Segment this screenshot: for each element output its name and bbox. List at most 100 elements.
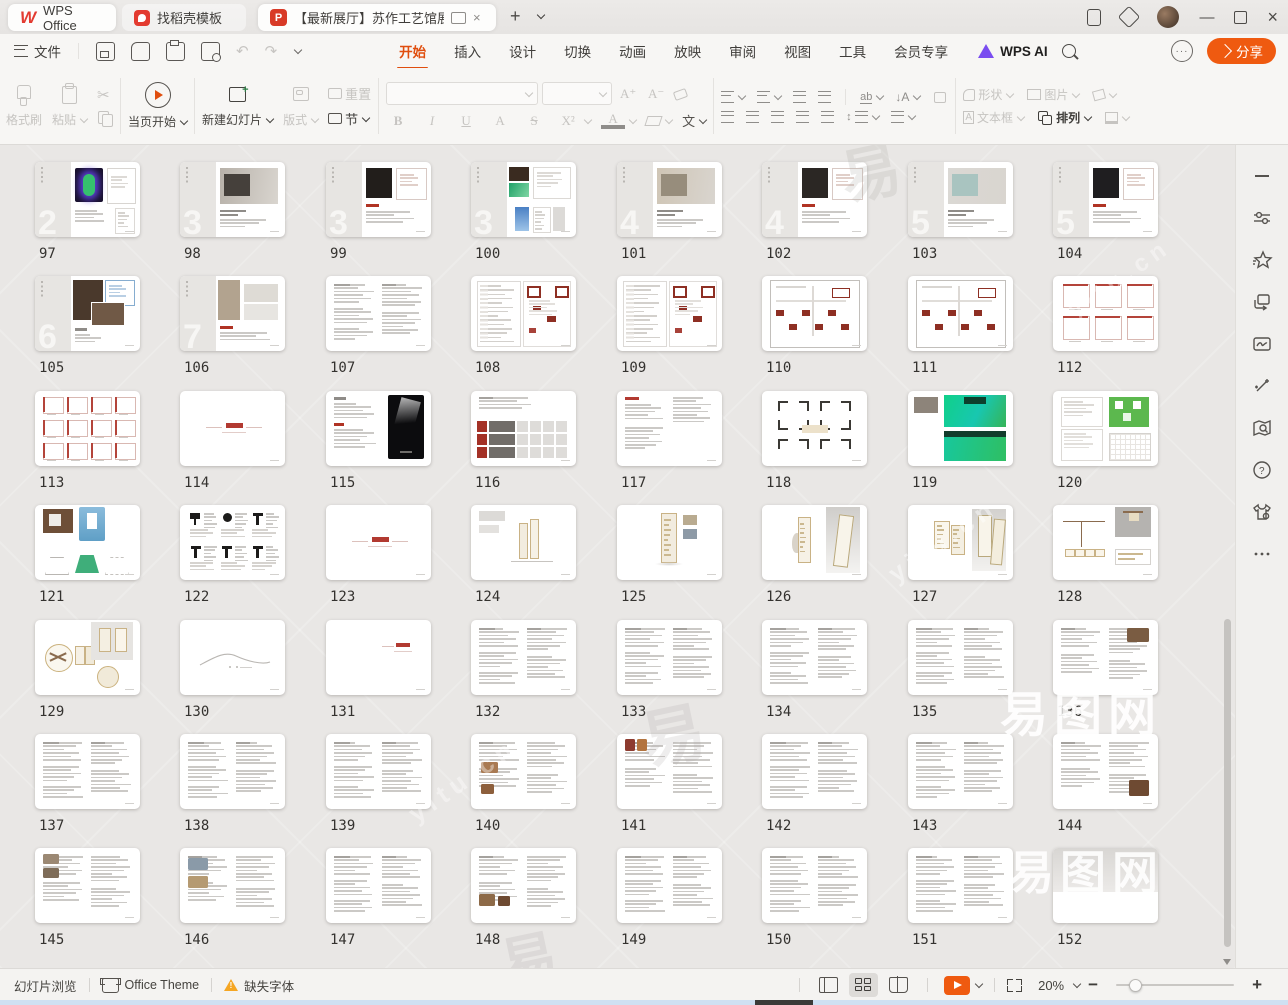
slide-thumbnail[interactable] <box>617 505 722 580</box>
play-options-chevron-icon[interactable] <box>975 980 983 988</box>
slide-thumbnail[interactable] <box>908 276 1013 351</box>
slide-thumbnail[interactable]: 2 <box>35 162 140 237</box>
slide-thumbnail[interactable] <box>908 391 1013 466</box>
slide-thumbnail[interactable] <box>180 734 285 809</box>
slide-thumbnail[interactable] <box>471 620 576 695</box>
reset-slide-button[interactable]: 重置 <box>328 84 371 103</box>
slide-thumbnail[interactable] <box>908 620 1013 695</box>
print-icon[interactable] <box>166 42 185 61</box>
slide-thumbnail[interactable] <box>180 620 285 695</box>
slide-thumbnail[interactable] <box>35 391 140 466</box>
tab-tools[interactable]: 工具 <box>825 34 880 68</box>
window-split-icon[interactable] <box>451 12 466 24</box>
slide-thumbnail[interactable] <box>471 391 576 466</box>
signature-icon[interactable] <box>1251 333 1273 355</box>
help-icon[interactable]: ? <box>1251 459 1273 481</box>
italic-button[interactable]: I <box>420 113 444 129</box>
slide-thumbnail[interactable]: 7 <box>180 276 285 351</box>
toolbar-more-chevron-icon[interactable] <box>294 46 302 54</box>
section-button[interactable]: 节 <box>328 109 371 128</box>
slideshow-play-button[interactable] <box>944 976 970 995</box>
zoom-slider[interactable] <box>1116 984 1234 986</box>
bold-button[interactable]: B <box>386 113 410 129</box>
play-from-current-button[interactable]: 当页开始 <box>128 82 187 130</box>
slide-thumbnail[interactable] <box>35 848 140 923</box>
zoom-in-button[interactable]: + <box>1244 975 1270 995</box>
slide-thumbnail[interactable] <box>908 848 1013 923</box>
find-in-map-icon[interactable] <box>1251 417 1273 439</box>
slide-thumbnail[interactable] <box>762 734 867 809</box>
tab-wps-home[interactable]: W WPS Office <box>8 4 116 31</box>
collapse-panel-icon[interactable] <box>1251 165 1273 187</box>
slide-thumbnail[interactable]: 4 <box>762 162 867 237</box>
scrollbar-thumb[interactable] <box>1224 619 1231 947</box>
device-sync-icon[interactable] <box>1087 9 1101 26</box>
zoom-slider-knob[interactable] <box>1129 979 1142 992</box>
highlight-color-button[interactable] <box>646 116 672 126</box>
slide-thumbnail[interactable]: 6 <box>35 276 140 351</box>
share-button[interactable]: 分享 <box>1207 38 1276 64</box>
slide-thumbnail[interactable] <box>326 276 431 351</box>
paste-button[interactable]: 粘贴 <box>52 84 87 128</box>
font-size-combobox[interactable] <box>542 82 612 105</box>
pinyin-guide-button[interactable]: 文 <box>682 111 706 130</box>
arrange-button[interactable]: 排列 <box>1038 109 1091 126</box>
slide-thumbnail[interactable] <box>180 391 285 466</box>
magic-wand-icon[interactable] <box>1251 375 1273 397</box>
minimize-button[interactable]: — <box>1199 9 1214 26</box>
cut-icon[interactable]: ✂ <box>97 86 113 104</box>
align-left-icon[interactable] <box>721 111 734 123</box>
slide-thumbnail[interactable] <box>762 276 867 351</box>
text-direction-button[interactable]: ↓A <box>895 90 920 104</box>
transition-shapes-icon[interactable] <box>1251 291 1273 313</box>
slide-thumbnail[interactable] <box>471 276 576 351</box>
slide-thumbnail[interactable] <box>1053 620 1158 695</box>
increase-font-button[interactable]: A⁺ <box>616 86 640 102</box>
more-options-icon[interactable]: ··· <box>1171 40 1193 62</box>
wps-ai-button[interactable]: WPS AI <box>978 44 1048 59</box>
slide-thumbnail[interactable] <box>908 505 1013 580</box>
undo-icon[interactable]: ↶ <box>236 42 249 60</box>
slide-thumbnail[interactable]: 3 <box>180 162 285 237</box>
slide-thumbnail[interactable] <box>471 848 576 923</box>
slide-thumbnail[interactable] <box>617 276 722 351</box>
slide-thumbnail[interactable] <box>1053 505 1158 580</box>
slide-thumbnail[interactable] <box>180 848 285 923</box>
tab-animations[interactable]: 动画 <box>605 34 660 68</box>
textbox-button[interactable]: A文本框 <box>963 109 1024 126</box>
slide-thumbnail[interactable] <box>35 505 140 580</box>
slide-thumbnail[interactable]: 5 <box>1053 162 1158 237</box>
user-avatar[interactable] <box>1157 6 1179 28</box>
decrease-indent-icon[interactable] <box>793 91 806 103</box>
reading-view-button[interactable] <box>889 977 908 993</box>
output-icon[interactable] <box>131 42 150 61</box>
tab-review[interactable]: 审阅 <box>715 34 770 68</box>
file-menu[interactable]: 文件 <box>0 41 71 61</box>
shapes-button[interactable]: 形状 <box>963 86 1013 103</box>
distribute-icon[interactable] <box>821 111 834 123</box>
new-tab-button[interactable]: + <box>510 6 521 27</box>
tab-slideshow[interactable]: 放映 <box>660 34 715 68</box>
slide-thumbnail[interactable]: 3 <box>326 162 431 237</box>
slide-thumbnail[interactable]: 3 <box>471 162 576 237</box>
fit-slide-icon[interactable] <box>1007 979 1022 992</box>
maximize-button[interactable] <box>1234 11 1247 24</box>
fill-color-button[interactable] <box>1093 90 1116 100</box>
missing-font-warning[interactable]: 缺失字体 <box>244 976 294 995</box>
vertical-scrollbar[interactable] <box>1223 147 1232 963</box>
format-painter-button[interactable]: 格式刷 <box>6 84 42 128</box>
view-mode-label[interactable]: 幻灯片浏览 <box>14 976 77 995</box>
tab-docer-templates[interactable]: 找稻壳模板 <box>122 4 246 31</box>
slide-thumbnail[interactable] <box>1053 734 1158 809</box>
numbering-button[interactable] <box>757 91 781 103</box>
underline-button[interactable]: U <box>454 113 478 129</box>
layout-button[interactable]: 版式 <box>283 84 318 128</box>
slide-thumbnail[interactable] <box>762 620 867 695</box>
tab-home[interactable]: 开始 <box>385 34 440 68</box>
slide-thumbnail[interactable] <box>617 734 722 809</box>
tab-view[interactable]: 视图 <box>770 34 825 68</box>
slide-thumbnail[interactable] <box>762 505 867 580</box>
slide-thumbnail[interactable] <box>35 620 140 695</box>
redo-icon[interactable]: ↷ <box>265 42 278 60</box>
font-name-combobox[interactable] <box>386 82 538 105</box>
